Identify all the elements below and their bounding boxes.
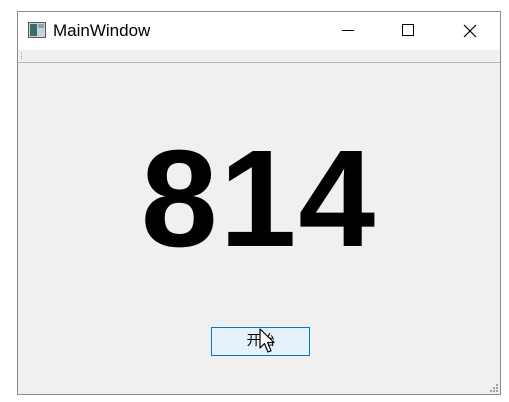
title-bar[interactable]: MainWindow [18,12,500,50]
maximize-button[interactable] [378,12,436,50]
maximize-icon [402,24,414,36]
mouse-cursor-icon [259,328,275,353]
toolbar [18,50,500,63]
close-button[interactable] [440,12,498,50]
minimize-icon [342,30,354,31]
app-icon [28,22,46,38]
minimize-button[interactable] [318,12,376,50]
size-grip[interactable] [490,384,498,392]
toolbar-grip[interactable] [21,52,24,59]
window-title: MainWindow [53,21,151,40]
close-icon [463,24,477,38]
counter-display: 814 [140,122,378,276]
